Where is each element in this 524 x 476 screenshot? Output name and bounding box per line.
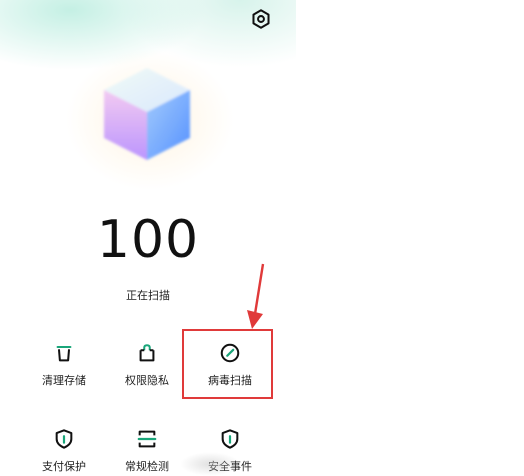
shield-icon [221,429,239,449]
shield-icon [55,429,73,449]
watermark-smudge [180,452,240,476]
tile-label: 清理存储 [42,374,86,387]
gear-icon[interactable] [250,8,272,30]
trash-icon [56,346,72,362]
highlight-box [182,329,273,399]
tile-label: 权限隐私 [125,374,169,387]
arrow-icon [247,263,265,329]
payment-protection-button[interactable]: 支付保护 [16,418,112,476]
lock-icon [139,344,155,362]
tile-label: 支付保护 [42,460,86,473]
cube-illustration [104,68,190,160]
scan-frame-icon [137,430,157,448]
permission-privacy-button[interactable]: 权限隐私 [99,332,195,402]
clean-storage-button[interactable]: 清理存储 [16,332,112,402]
phone-screen: 100 正在扫描 清理存储 权限隐私 病毒扫描 支付保护 常规检测 [0,0,296,476]
